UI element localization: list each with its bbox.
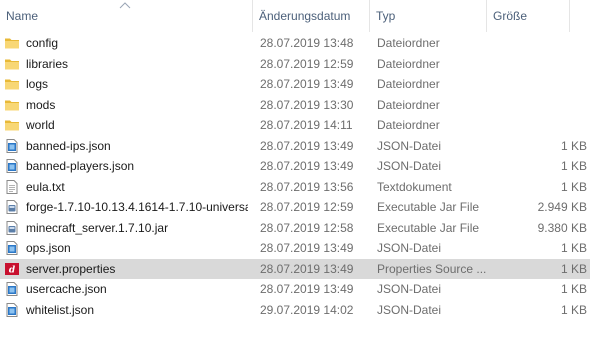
file-date: 28.07.2019 13:48 [260, 36, 354, 50]
file-size [492, 74, 587, 94]
properties-file-icon: d [4, 261, 20, 277]
file-date: 28.07.2019 13:49 [260, 261, 354, 276]
jar-file-icon [4, 199, 20, 215]
column-header-type-label: Typ [376, 9, 396, 23]
file-type: Executable Jar File [377, 220, 480, 235]
file-name: logs [26, 77, 49, 91]
file-name: mods [26, 97, 56, 112]
file-type: JSON-Datei [377, 282, 442, 296]
column-header-size[interactable]: Größe [487, 0, 577, 32]
folder-icon [4, 76, 20, 92]
file-type: Dateiordner [377, 56, 440, 71]
sort-ascending-icon [119, 2, 131, 9]
file-type: JSON-Datei [377, 241, 442, 255]
file-name: banned-players.json [26, 159, 135, 173]
file-row[interactable]: minecraft_server.1.7.10.jar 28.07.2019 1… [0, 218, 590, 239]
text-file-icon [4, 179, 20, 195]
column-header-type[interactable]: Typ [370, 0, 485, 32]
file-row[interactable]: eula.txt 28.07.2019 13:56 Textdokument 1… [0, 177, 590, 198]
file-size: 1 KB [560, 282, 587, 296]
file-size [492, 115, 587, 135]
file-date: 28.07.2019 13:49 [260, 282, 354, 296]
file-name: usercache.json [26, 282, 107, 296]
file-size: 1 KB [560, 159, 587, 173]
file-row[interactable]: banned-players.json 28.07.2019 13:49 JSO… [0, 156, 590, 177]
folder-icon [4, 117, 20, 133]
file-name: libraries [26, 56, 69, 71]
column-divider[interactable] [569, 0, 570, 32]
column-header-name-label: Name [6, 9, 39, 23]
file-date: 28.07.2019 12:59 [260, 56, 354, 71]
jar-file-icon [4, 220, 20, 236]
file-date: 28.07.2019 13:49 [260, 159, 354, 173]
file-row[interactable]: mods 28.07.2019 13:30 Dateiordner [0, 95, 590, 116]
file-name: forge-1.7.10-10.13.4.1614-1.7.10-univers… [26, 200, 248, 214]
file-type: Textdokument [377, 179, 452, 194]
file-row[interactable]: config 28.07.2019 13:48 Dateiordner [0, 33, 590, 54]
file-date: 28.07.2019 12:59 [260, 200, 354, 214]
file-size [492, 33, 587, 53]
json-file-icon [4, 281, 20, 297]
file-name: server.properties [26, 261, 116, 276]
file-row[interactable]: d server.properties 28.07.2019 13:49 Pro… [0, 258, 590, 280]
file-size: 1 KB [560, 261, 587, 276]
file-date: 28.07.2019 12:58 [260, 220, 354, 235]
file-list: config 28.07.2019 13:48 Dateiordner libr… [0, 33, 590, 320]
file-date: 28.07.2019 14:11 [260, 118, 353, 132]
file-type: Dateiordner [377, 97, 440, 112]
file-row[interactable]: logs 28.07.2019 13:49 Dateiordner [0, 74, 590, 95]
file-row[interactable]: libraries 28.07.2019 12:59 Dateiordner [0, 54, 590, 75]
file-name: world [26, 118, 55, 132]
file-size [492, 54, 587, 74]
file-date: 28.07.2019 13:49 [260, 77, 354, 91]
file-size: 9.380 KB [537, 220, 587, 235]
file-row[interactable]: forge-1.7.10-10.13.4.1614-1.7.10-univers… [0, 197, 590, 218]
file-row[interactable]: usercache.json 28.07.2019 13:49 JSON-Dat… [0, 279, 590, 300]
column-header-size-label: Größe [493, 9, 528, 23]
column-header-date-label: Änderungsdatum [259, 9, 351, 23]
file-type: JSON-Datei [377, 302, 442, 317]
file-type: JSON-Datei [377, 138, 442, 153]
file-row[interactable]: whitelist.json 29.07.2019 14:02 JSON-Dat… [0, 300, 590, 321]
json-file-icon [4, 302, 20, 318]
file-type: Properties Source ... [377, 261, 487, 276]
file-date: 29.07.2019 14:02 [260, 302, 354, 317]
file-size: 1 KB [560, 138, 587, 153]
file-name: ops.json [26, 241, 71, 255]
file-date: 28.07.2019 13:49 [260, 138, 354, 153]
file-size [492, 95, 587, 115]
file-name: whitelist.json [26, 302, 95, 317]
file-type: Dateiordner [377, 36, 440, 50]
column-header-bar: Name Änderungsdatum Typ Größe [0, 0, 590, 32]
file-name: eula.txt [26, 179, 65, 194]
file-row[interactable]: banned-ips.json 28.07.2019 13:49 JSON-Da… [0, 136, 590, 157]
file-name: minecraft_server.1.7.10.jar [26, 220, 169, 235]
file-name: config [26, 36, 59, 50]
file-date: 28.07.2019 13:30 [260, 97, 354, 112]
folder-icon [4, 97, 20, 113]
file-type: Dateiordner [377, 118, 440, 132]
folder-icon [4, 35, 20, 51]
file-size: 1 KB [560, 241, 587, 255]
file-date: 28.07.2019 13:56 [260, 179, 354, 194]
file-size: 1 KB [560, 302, 587, 317]
column-header-date[interactable]: Änderungsdatum [253, 0, 368, 32]
file-size: 2.949 KB [537, 200, 587, 214]
folder-icon [4, 56, 20, 72]
json-file-icon [4, 138, 20, 154]
file-type: Dateiordner [377, 77, 440, 91]
file-size: 1 KB [560, 179, 587, 194]
file-type: JSON-Datei [377, 159, 442, 173]
json-file-icon [4, 240, 20, 256]
file-row[interactable]: ops.json 28.07.2019 13:49 JSON-Datei 1 K… [0, 238, 590, 259]
file-type: Executable Jar File [377, 200, 480, 214]
file-row[interactable]: world 28.07.2019 14:11 Dateiordner [0, 115, 590, 136]
file-name: banned-ips.json [26, 138, 111, 153]
json-file-icon [4, 158, 20, 174]
svg-text:d: d [9, 265, 16, 275]
file-date: 28.07.2019 13:49 [260, 241, 354, 255]
